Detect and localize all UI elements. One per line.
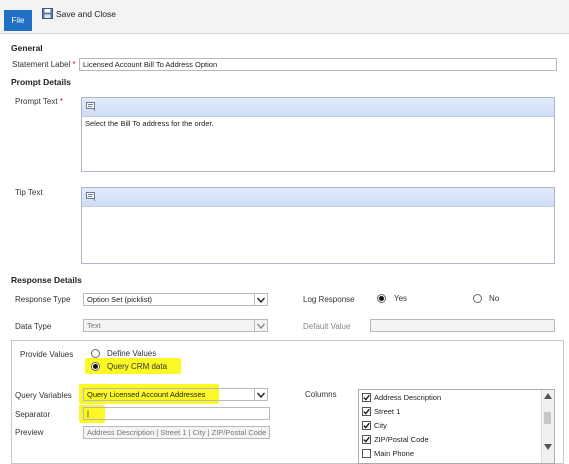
rich-text-icon[interactable] <box>86 102 97 111</box>
column-item-address-description[interactable]: Address Description <box>362 393 441 402</box>
response-type-label: Response Type <box>15 295 71 304</box>
define-values-label: Define Values <box>107 349 157 358</box>
statement-label-text: Statement Label <box>12 60 71 69</box>
chevron-down-icon[interactable] <box>254 320 267 331</box>
save-and-close-button[interactable]: Save and Close <box>56 9 116 19</box>
prompt-details-heading: Prompt Details <box>11 77 71 87</box>
separator-label: Separator <box>15 410 51 419</box>
chevron-down-icon[interactable] <box>254 389 267 400</box>
log-response-no-label: No <box>489 294 500 303</box>
query-variables-select[interactable]: Query Licensed Account Addresses <box>83 388 268 401</box>
column-item-street-1[interactable]: Street 1 <box>362 407 400 416</box>
query-crm-data-label: Query CRM data <box>107 362 168 371</box>
tip-text-label: Tip Text <box>15 188 43 197</box>
required-mark: * <box>72 60 76 69</box>
data-type-value: Text <box>87 321 101 330</box>
log-response-yes-label: Yes <box>394 294 408 303</box>
scrollbar-thumb[interactable] <box>544 412 551 424</box>
default-value-input[interactable] <box>370 319 555 332</box>
default-value-label: Default Value <box>303 322 351 331</box>
chevron-down-icon[interactable] <box>254 294 267 305</box>
file-button[interactable]: File <box>4 10 32 31</box>
rich-text-icon[interactable] <box>86 192 97 201</box>
checkbox-checked[interactable] <box>362 393 371 402</box>
column-item-label: Street 1 <box>374 407 401 416</box>
log-response-yes-radio[interactable] <box>377 294 386 303</box>
column-item-main-phone[interactable]: Main Phone <box>362 449 414 458</box>
rich-text-toolbar <box>82 188 554 207</box>
general-heading: General <box>11 43 43 53</box>
data-type-label: Data Type <box>15 322 52 331</box>
define-values-radio[interactable] <box>91 349 100 358</box>
preview-label: Preview <box>15 428 44 437</box>
statement-label-label: Statement Label * <box>12 60 76 69</box>
response-type-select[interactable]: Option Set (picklist) <box>83 293 268 306</box>
required-mark: * <box>59 97 63 106</box>
data-type-select[interactable]: Text <box>83 319 268 332</box>
column-item-label: City <box>374 421 387 430</box>
column-item-city[interactable]: City <box>362 421 387 430</box>
column-item-label: Main Phone <box>374 449 415 458</box>
query-variables-value: Query Licensed Account Addresses <box>87 390 206 399</box>
provide-values-label: Provide Values <box>20 350 74 359</box>
log-response-no-radio[interactable] <box>473 294 482 303</box>
columns-label: Columns <box>305 390 337 399</box>
prompt-text-label: Prompt Text * <box>15 97 63 106</box>
scroll-down-icon[interactable] <box>544 444 552 450</box>
log-response-label: Log Response <box>303 295 355 304</box>
prompt-text-editor[interactable]: Select the Bill To address for the order… <box>81 97 555 172</box>
rich-text-toolbar <box>82 98 554 117</box>
prompt-text-value: Select the Bill To address for the order… <box>85 119 214 128</box>
checkbox-checked[interactable] <box>362 435 371 444</box>
checkbox-checked[interactable] <box>362 421 371 430</box>
columns-list[interactable]: Address Description Street 1 City ZIP/Po… <box>358 389 555 464</box>
response-details-heading: Response Details <box>11 275 82 285</box>
scroll-up-icon[interactable] <box>544 393 552 399</box>
column-item-label: ZIP/Postal Code <box>374 435 429 444</box>
statement-label-input[interactable]: Licensed Account Bill To Address Option <box>79 58 557 71</box>
checkbox-checked[interactable] <box>362 407 371 416</box>
response-type-value: Option Set (picklist) <box>87 295 153 304</box>
column-item-label: Address Description <box>374 393 442 402</box>
prompt-text-label-text: Prompt Text <box>15 97 58 106</box>
save-icon <box>42 8 53 19</box>
query-crm-data-radio[interactable] <box>91 362 100 371</box>
tip-text-editor[interactable] <box>81 187 555 264</box>
query-variables-label: Query Variables <box>15 391 72 400</box>
separator-input[interactable]: | <box>83 407 270 420</box>
columns-scrollbar[interactable] <box>541 390 554 463</box>
preview-field: Address Description | Street 1 | City | … <box>83 426 270 439</box>
column-item-zip-postal-code[interactable]: ZIP/Postal Code <box>362 435 429 444</box>
checkbox-unchecked[interactable] <box>362 449 371 458</box>
